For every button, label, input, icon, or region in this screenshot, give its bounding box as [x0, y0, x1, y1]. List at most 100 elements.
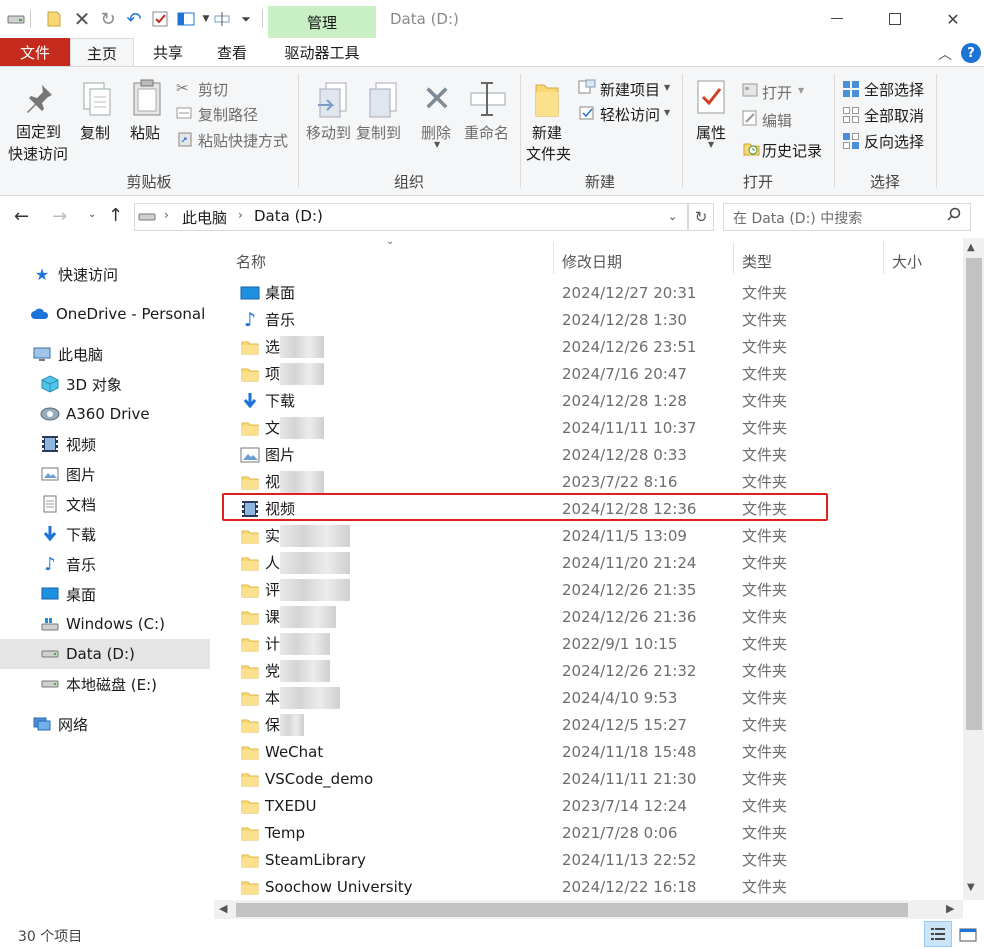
scroll-up-icon[interactable]: ▲: [967, 242, 975, 253]
nav-this-pc[interactable]: 此电脑: [0, 339, 210, 369]
open-button[interactable]: 打开: [762, 82, 792, 103]
paste-shortcut-button[interactable]: 粘贴快捷方式: [198, 130, 288, 151]
help-icon[interactable]: ?: [961, 43, 981, 63]
tab-drive-tools[interactable]: 驱动器工具: [268, 38, 376, 66]
new-folder-label-1[interactable]: 新建: [532, 122, 562, 143]
properties-icon[interactable]: [44, 9, 64, 29]
table-row[interactable]: 文 2024/11/11 10:37 文件夹: [222, 414, 952, 441]
refresh-button[interactable]: ↻: [688, 203, 714, 231]
tab-view[interactable]: 查看: [202, 38, 262, 66]
checkbox-icon[interactable]: [150, 9, 170, 29]
table-row[interactable]: Soochow University 2024/12/22 16:18 文件夹: [222, 873, 952, 900]
select-none-button[interactable]: 全部取消: [864, 105, 924, 126]
column-header-name[interactable]: 名称: [236, 244, 552, 278]
nav-music[interactable]: ♪ 音乐: [0, 549, 210, 579]
layout-icon[interactable]: [176, 9, 196, 29]
column-header-date[interactable]: 修改日期: [562, 244, 732, 278]
copy-path-button[interactable]: 复制路径: [198, 104, 258, 125]
table-row[interactable]: VSCode_demo 2024/11/11 21:30 文件夹: [222, 765, 952, 792]
scroll-down-icon[interactable]: ▼: [967, 882, 975, 893]
table-row[interactable]: 选 2024/12/26 23:51 文件夹: [222, 333, 952, 360]
select-all-button[interactable]: 全部选择: [864, 79, 924, 100]
rename-button[interactable]: 重命名: [464, 122, 509, 143]
copy-to-button[interactable]: 复制到: [356, 122, 401, 143]
table-row[interactable]: Temp 2021/7/28 0:06 文件夹: [222, 819, 952, 846]
redo-icon[interactable]: ↻: [98, 9, 118, 30]
horizontal-scroll-thumb[interactable]: [236, 903, 908, 917]
table-row[interactable]: TXEDU 2023/7/14 12:24 文件夹: [222, 792, 952, 819]
copy-button[interactable]: 复制: [80, 122, 110, 143]
edit-button[interactable]: 编辑: [762, 110, 792, 131]
delete-icon[interactable]: ✕: [72, 7, 92, 31]
recent-locations-icon[interactable]: ⌄: [88, 209, 96, 220]
history-button[interactable]: 历史记录: [762, 140, 822, 161]
collapse-ribbon-icon[interactable]: ︿: [938, 44, 952, 64]
rename-quick-icon[interactable]: [212, 9, 232, 29]
new-folder-label-2[interactable]: 文件夹: [526, 143, 571, 164]
cut-button[interactable]: 剪切: [198, 79, 228, 100]
nav-quick-access[interactable]: ★ 快速访问: [0, 259, 210, 289]
chevron-down-icon[interactable]: ⌄: [668, 210, 677, 223]
table-row[interactable]: 人 2024/11/20 21:24 文件夹: [222, 549, 952, 576]
breadcrumb-this-pc[interactable]: 此电脑: [182, 207, 227, 228]
nav-onedrive[interactable]: OneDrive - Personal: [0, 299, 210, 329]
nav-downloads[interactable]: 下载: [0, 519, 210, 549]
nav-3d-objects[interactable]: 3D 对象: [0, 369, 210, 399]
nav-videos[interactable]: 视频: [0, 429, 210, 459]
easy-access-button[interactable]: 轻松访问: [600, 104, 660, 125]
paste-button[interactable]: 粘贴: [130, 122, 160, 143]
nav-windows-c[interactable]: Windows (C:): [0, 609, 210, 639]
tab-share[interactable]: 共享: [140, 38, 196, 66]
undo-icon[interactable]: ↶: [124, 9, 144, 30]
nav-desktop[interactable]: 桌面: [0, 579, 210, 609]
table-row[interactable]: 本 2024/4/10 9:53 文件夹: [222, 684, 952, 711]
forward-button[interactable]: →: [52, 206, 67, 227]
vertical-scroll-thumb[interactable]: [966, 258, 982, 730]
minimize-button[interactable]: [814, 0, 860, 38]
table-row[interactable]: 实 2024/11/5 13:09 文件夹: [222, 522, 952, 549]
table-row[interactable]: 保 2024/12/5 15:27 文件夹: [222, 711, 952, 738]
table-row[interactable]: ♪ 音乐 2024/12/28 1:30 文件夹: [222, 306, 952, 333]
table-row[interactable]: 项 2024/7/16 20:47 文件夹: [222, 360, 952, 387]
column-header-size[interactable]: 大小: [892, 244, 962, 278]
table-row[interactable]: 计 2022/9/1 10:15 文件夹: [222, 630, 952, 657]
breadcrumb-data-d[interactable]: Data (D:): [254, 207, 323, 225]
drive-icon[interactable]: [6, 9, 26, 29]
tab-file[interactable]: 文件: [0, 38, 70, 66]
scroll-right-icon[interactable]: ▶: [946, 902, 954, 915]
tab-home[interactable]: 主页: [70, 38, 134, 67]
table-row[interactable]: 图片 2024/12/28 0:33 文件夹: [222, 441, 952, 468]
table-row[interactable]: 党 2024/12/26 21:32 文件夹: [222, 657, 952, 684]
table-row[interactable]: 视 2023/7/22 8:16 文件夹: [222, 468, 952, 495]
nav-data-d[interactable]: Data (D:): [0, 639, 210, 669]
column-header-type[interactable]: 类型: [742, 244, 882, 278]
new-item-button[interactable]: 新建项目: [600, 79, 660, 100]
maximize-button[interactable]: [872, 0, 918, 38]
close-button[interactable]: ✕: [930, 0, 976, 38]
nav-a360-drive[interactable]: A360 Drive: [0, 399, 210, 429]
manage-context-tab[interactable]: 管理: [268, 6, 376, 38]
large-icons-view-button[interactable]: [956, 924, 980, 946]
table-row[interactable]: WeChat 2024/11/18 15:48 文件夹: [222, 738, 952, 765]
details-view-button[interactable]: [924, 921, 952, 947]
date-modified: 2024/12/28 0:33: [562, 445, 687, 464]
pin-to-quick-access-button[interactable]: 固定到: [16, 122, 61, 143]
table-row[interactable]: 课 2024/12/26 21:36 文件夹: [222, 603, 952, 630]
customize-quick-access-icon[interactable]: ⏷: [236, 9, 256, 29]
nav-network[interactable]: 网络: [0, 709, 210, 739]
nav-documents[interactable]: 文档: [0, 489, 210, 519]
chevron-right-icon[interactable]: ›: [164, 208, 169, 222]
table-row[interactable]: 下载 2024/12/28 1:28 文件夹: [222, 387, 952, 414]
scroll-left-icon[interactable]: ◀: [219, 902, 227, 915]
table-row[interactable]: SteamLibrary 2024/11/13 22:52 文件夹: [222, 846, 952, 873]
move-to-button[interactable]: 移动到: [306, 122, 351, 143]
table-row[interactable]: 桌面 2024/12/27 20:31 文件夹: [222, 279, 952, 306]
nav-pictures[interactable]: 图片: [0, 459, 210, 489]
back-button[interactable]: ←: [14, 206, 29, 227]
up-button[interactable]: ↑: [108, 205, 123, 226]
search-icon[interactable]: [946, 207, 962, 227]
invert-selection-button[interactable]: 反向选择: [864, 131, 924, 152]
nav-local-disk-e[interactable]: 本地磁盘 (E:): [0, 669, 210, 699]
table-row[interactable]: 评 2024/12/26 21:35 文件夹: [222, 576, 952, 603]
chevron-right-icon[interactable]: ›: [238, 208, 243, 222]
